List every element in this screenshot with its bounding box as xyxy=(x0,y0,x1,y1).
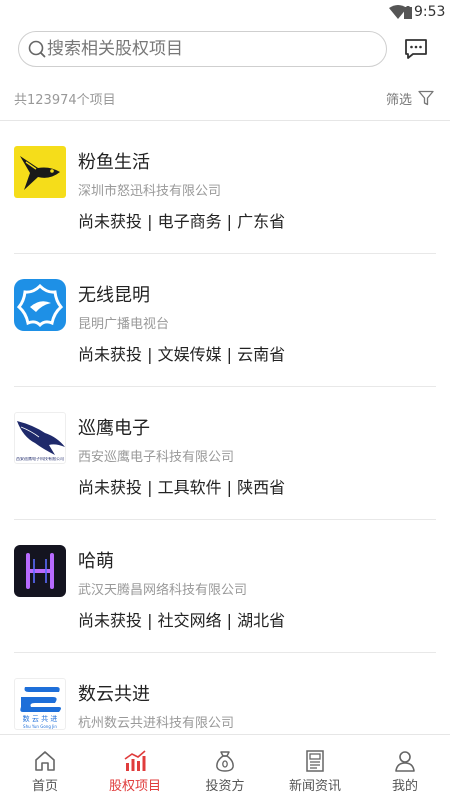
search-icon xyxy=(28,40,46,58)
news-icon xyxy=(306,750,324,772)
company-name: 杭州数云共进科技有限公司 xyxy=(78,716,235,731)
home-icon xyxy=(35,751,55,771)
list-item[interactable]: 西安巡鹰电子科技有限公司 巡鹰电子 西安巡鹰电子科技有限公司 尚未获投 | 工具… xyxy=(0,387,450,520)
project-name: 巡鹰电子 xyxy=(78,418,150,439)
nav-label: 我的 xyxy=(391,779,418,794)
nav-item-home[interactable]: 首页 xyxy=(0,735,90,800)
logo-subcaption: Shu Yun Gong Jin xyxy=(23,724,57,729)
fish-logo-icon xyxy=(20,156,60,190)
filter-icon xyxy=(418,90,434,106)
list-item[interactable]: 无线昆明 昆明广播电视台 尚未获投 | 文娱传媒 | 云南省 xyxy=(0,254,450,387)
result-count: 共123974个项目 xyxy=(14,93,116,108)
project-name: 粉鱼生活 xyxy=(78,152,150,173)
project-tags: 尚未获投 | 电子商务 | 广东省 xyxy=(78,212,286,231)
project-tags: 尚未获投 | 工具软件 | 陕西省 xyxy=(78,478,286,497)
project-logo xyxy=(14,545,66,597)
logo-caption: 数 云 共 进 xyxy=(22,715,58,723)
nav-item-equity-projects[interactable]: 股权项目 xyxy=(90,735,180,800)
money-bag-icon xyxy=(216,751,234,772)
project-name: 数云共进 xyxy=(78,684,150,705)
list-item[interactable]: 粉鱼生活 深圳市怒迅科技有限公司 尚未获投 | 电子商务 | 广东省 xyxy=(0,121,450,254)
nav-label: 股权项目 xyxy=(108,779,161,794)
project-tags: 尚未获投 | 社交网络 | 湖北省 xyxy=(78,611,286,630)
company-name: 武汉天腾昌网络科技有限公司 xyxy=(78,583,248,598)
project-name: 哈萌 xyxy=(78,551,114,572)
project-logo xyxy=(14,279,66,331)
filter-label: 筛选 xyxy=(386,92,413,108)
list-item[interactable]: 数 云 共 进 Shu Yun Gong Jin 数云共进 杭州数云共进科技有限… xyxy=(0,653,450,733)
nav-label: 新闻资讯 xyxy=(288,779,341,794)
logo-caption: 西安巡鹰电子科技有限公司 xyxy=(16,457,64,461)
status-time: 9:53 xyxy=(414,4,446,20)
nav-item-investors[interactable]: 投资方 xyxy=(180,735,270,800)
project-logo: 西安巡鹰电子科技有限公司 xyxy=(14,412,66,464)
project-name: 无线昆明 xyxy=(78,285,150,306)
nav-item-news[interactable]: 新闻资讯 xyxy=(270,735,360,800)
message-icon[interactable] xyxy=(404,38,428,60)
list-item[interactable]: 哈萌 武汉天腾昌网络科技有限公司 尚未获投 | 社交网络 | 湖北省 xyxy=(0,520,450,653)
company-name: 深圳市怒迅科技有限公司 xyxy=(78,184,222,199)
project-list[interactable]: 粉鱼生活 深圳市怒迅科技有限公司 尚未获投 | 电子商务 | 广东省 无线昆明 … xyxy=(0,121,450,733)
user-icon xyxy=(395,751,415,772)
h-logo-icon xyxy=(26,553,54,589)
chart-icon xyxy=(124,750,146,771)
bottom-nav: 首页 股权项目 投资方 新闻资讯 我的 xyxy=(0,734,450,800)
company-name: 西安巡鹰电子科技有限公司 xyxy=(78,450,235,465)
search-input[interactable] xyxy=(47,36,377,62)
project-tags: 尚未获投 | 文娱传媒 | 云南省 xyxy=(78,345,286,364)
project-logo xyxy=(14,146,66,198)
project-logo: 数 云 共 进 Shu Yun Gong Jin xyxy=(14,678,66,730)
battery-icon xyxy=(404,6,412,19)
nav-label: 首页 xyxy=(31,779,58,794)
flower-logo-icon xyxy=(16,283,64,328)
status-bar: 9:53 xyxy=(0,0,450,26)
nav-item-profile[interactable]: 我的 xyxy=(360,735,450,800)
search-box[interactable] xyxy=(18,31,387,67)
filter-button[interactable]: 筛选 xyxy=(386,88,434,108)
company-name: 昆明广播电视台 xyxy=(78,317,170,332)
nav-label: 投资方 xyxy=(205,779,245,794)
